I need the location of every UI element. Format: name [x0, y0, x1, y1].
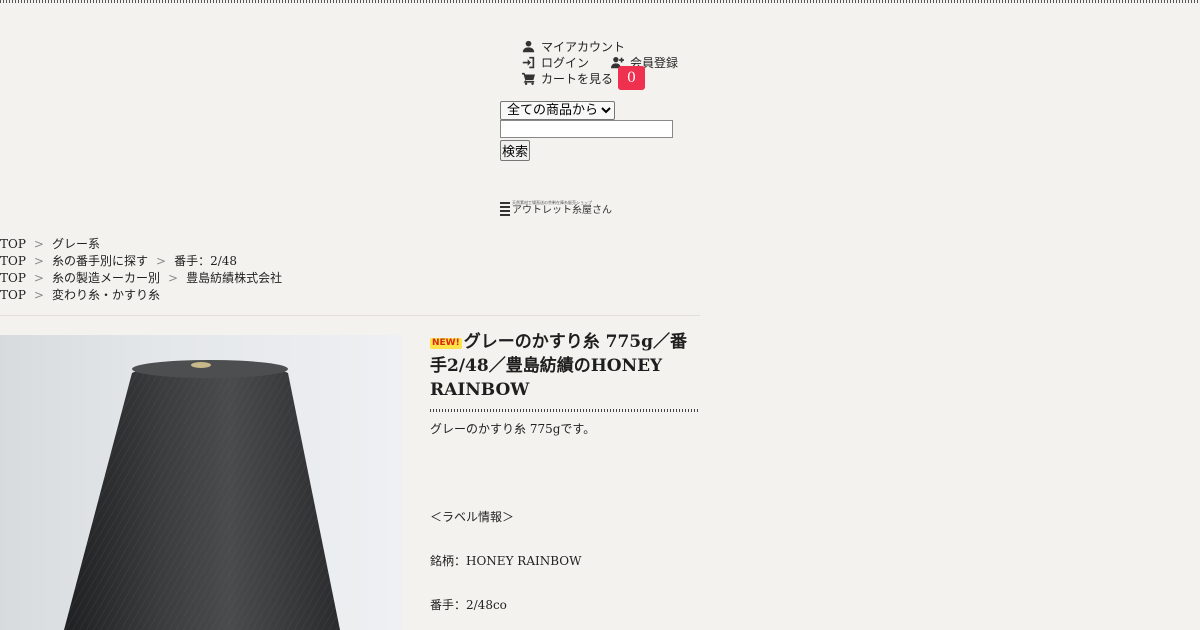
- brand-info: 銘柄：HONEY RAINBOW: [430, 554, 582, 568]
- section-divider: [0, 315, 700, 316]
- breadcrumb-link[interactable]: TOP: [0, 254, 26, 268]
- breadcrumb-list: TOP > グレー系 TOP > 糸の番手別に探す > 番手：2/48 TOP > 糸の製造メーカー…: [0, 236, 282, 304]
- breadcrumb: TOP > グレー系: [0, 236, 282, 253]
- breadcrumb-link[interactable]: 番手：2/48: [174, 254, 237, 268]
- product-title-block: NEW! グレーのかすり糸 775g／番手2/48／豊島紡績のHONEY RAIN…: [430, 330, 698, 402]
- breadcrumb-link[interactable]: 糸の製造メーカー別: [52, 271, 160, 285]
- product-image[interactable]: [0, 335, 402, 630]
- breadcrumb: TOP > 糸の製造メーカー別 > 豊島紡績株式会社: [0, 270, 282, 287]
- cart-icon: [521, 72, 535, 86]
- login-link[interactable]: ログイン: [521, 54, 589, 71]
- search-category-select[interactable]: 全ての商品から: [500, 101, 615, 120]
- my-account-label: マイアカウント: [541, 40, 626, 54]
- breadcrumb-link[interactable]: 変わり糸・かすり糸: [52, 288, 160, 302]
- logo-name: アウトレット糸屋さん: [512, 205, 612, 216]
- cart-label: カートを見る: [541, 72, 614, 86]
- spool-icon: [500, 202, 510, 216]
- breadcrumb: TOP > 変わり糸・かすり糸: [0, 287, 282, 304]
- title-divider: [430, 409, 698, 412]
- user-icon: [521, 40, 535, 54]
- login-icon: [521, 56, 535, 70]
- yarn-cone-illustration: [64, 360, 340, 630]
- breadcrumb-link[interactable]: TOP: [0, 288, 26, 302]
- breadcrumb-separator: >: [156, 254, 167, 268]
- breadcrumb: TOP > 糸の番手別に探す > 番手：2/48: [0, 253, 282, 270]
- site-logo[interactable]: 天然素材工場直送の余剰在庫糸販売ショップ アウトレット糸屋さん: [500, 200, 612, 216]
- breadcrumb-separator: >: [33, 254, 44, 268]
- breadcrumb-link[interactable]: 糸の番手別に探す: [52, 254, 148, 268]
- breadcrumb-link[interactable]: 豊島紡績株式会社: [186, 271, 282, 285]
- cart-count-badge[interactable]: 0: [618, 66, 645, 90]
- yarn-count-info: 番手：2/48co: [430, 598, 507, 612]
- breadcrumb-link[interactable]: TOP: [0, 237, 26, 251]
- product-title: NEW! グレーのかすり糸 775g／番手2/48／豊島紡績のHONEY RAIN…: [430, 330, 698, 402]
- login-label: ログイン: [541, 56, 590, 70]
- product-title-text: グレーのかすり糸 775g／番手2/48／豊島紡績のHONEY RAINBOW: [430, 332, 688, 400]
- search-button[interactable]: 検索: [500, 140, 530, 161]
- breadcrumb-separator: >: [33, 288, 44, 302]
- breadcrumb-separator: >: [33, 237, 44, 251]
- breadcrumb-link[interactable]: グレー系: [52, 237, 100, 251]
- search-input[interactable]: [500, 120, 673, 138]
- top-border: [0, 0, 1200, 3]
- label-info-heading: ＜ラベル情報＞: [430, 510, 515, 524]
- my-account-link[interactable]: マイアカウント: [521, 38, 625, 55]
- breadcrumb-link[interactable]: TOP: [0, 271, 26, 285]
- breadcrumb-separator: >: [168, 271, 179, 285]
- product-description: グレーのかすり糸 775gです。: [430, 422, 596, 436]
- cart-link[interactable]: カートを見る: [521, 70, 613, 87]
- breadcrumb-separator: >: [33, 271, 44, 285]
- new-badge: NEW!: [430, 338, 462, 349]
